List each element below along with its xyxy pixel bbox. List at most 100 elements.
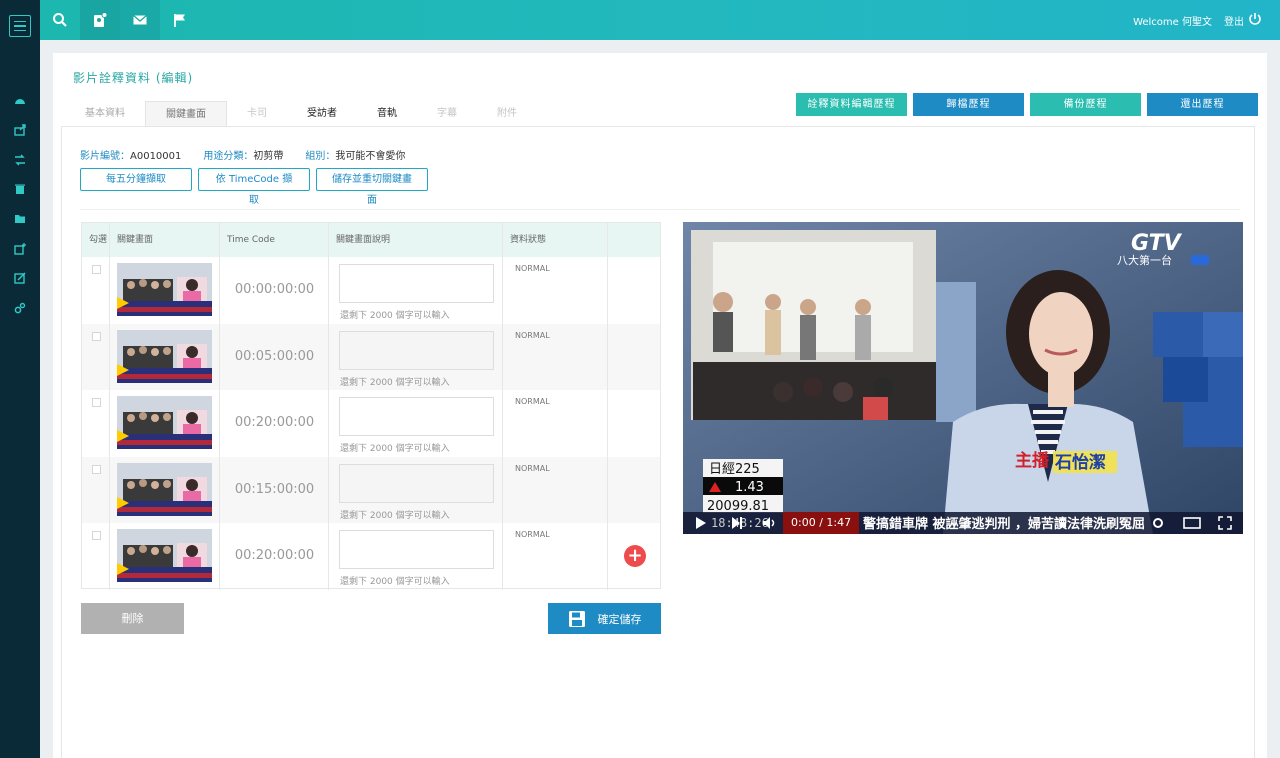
row-checkbox[interactable] bbox=[92, 398, 101, 407]
key-frame-thumbnail[interactable] bbox=[117, 329, 212, 383]
power-icon[interactable] bbox=[1248, 12, 1262, 26]
welcome-text: Welcome 何聖文 bbox=[1133, 17, 1212, 28]
video-no-label: 影片編號： bbox=[80, 151, 130, 162]
status-text: NORMAL bbox=[515, 530, 550, 539]
description-input[interactable] bbox=[339, 463, 494, 503]
capture-by-timecode-button[interactable]: 依 TimeCode 擷取 bbox=[198, 168, 310, 206]
trash-icon[interactable] bbox=[12, 181, 28, 197]
transfer-icon[interactable] bbox=[12, 152, 28, 168]
settings-icon[interactable] bbox=[12, 300, 28, 316]
svg-text:主播: 主播 bbox=[1015, 450, 1050, 471]
sidebar bbox=[0, 0, 40, 758]
table-header: 勾選 關鍵畫面 Time Code 關鍵畫面說明 資料狀態 bbox=[82, 223, 660, 257]
archive-history-button[interactable]: 歸檔歷程 bbox=[913, 93, 1024, 116]
fullscreen-icon[interactable] bbox=[1218, 516, 1232, 530]
status-text: NORMAL bbox=[515, 397, 550, 406]
char-count-hint: 還剩下 2000 個字可以輸入 bbox=[340, 577, 450, 587]
export-icon[interactable] bbox=[12, 122, 28, 138]
edit-icon[interactable] bbox=[12, 270, 28, 286]
play-icon[interactable] bbox=[695, 517, 707, 529]
description-input[interactable] bbox=[339, 264, 494, 303]
key-frame-thumbnail[interactable] bbox=[117, 462, 212, 516]
add-file-icon[interactable] bbox=[12, 241, 28, 257]
save-and-recut-button[interactable]: 儲存並重切關鍵畫面 bbox=[316, 168, 428, 206]
page-title: 影片詮釋資料 (編輯) bbox=[73, 71, 194, 85]
row-checkbox[interactable] bbox=[92, 464, 101, 474]
key-frame-thumbnail[interactable] bbox=[117, 396, 212, 449]
header-timecode: Time Code bbox=[220, 223, 329, 257]
settings-icon[interactable] bbox=[1151, 517, 1165, 529]
timecode: 00:15:00:00 bbox=[234, 481, 315, 497]
delete-button[interactable]: 刪除 bbox=[81, 603, 184, 634]
return-history-button[interactable]: 還出歷程 bbox=[1147, 93, 1258, 116]
key-frame-table: 勾選 關鍵畫面 Time Code 關鍵畫面說明 資料狀態 00:00:00:0… bbox=[81, 222, 661, 590]
description-input[interactable] bbox=[339, 330, 494, 370]
timecode: 00:00:00:00 bbox=[234, 282, 315, 297]
save-button-label: 確定儲存 bbox=[597, 612, 642, 626]
tab-bar: 基本資料 關鍵畫面 卡司 受訪者 音軌 字幕 附件 bbox=[65, 101, 537, 127]
volume-icon[interactable] bbox=[763, 517, 777, 529]
status-text: NORMAL bbox=[515, 264, 550, 273]
char-count-hint: 還剩下 2000 個字可以輸入 bbox=[340, 311, 450, 321]
group-label: 組別： bbox=[305, 151, 336, 162]
dashboard-icon[interactable] bbox=[12, 93, 28, 109]
metadata-edit-history-button[interactable]: 詮釋資料編輯歷程 bbox=[796, 93, 907, 116]
capture-every-5-min-button[interactable]: 每五分鐘擷取 bbox=[80, 168, 192, 191]
video-controls: 0:00 / 1:47 bbox=[683, 512, 1243, 534]
tab-basic-info[interactable]: 基本資料 bbox=[65, 101, 145, 127]
meta-info: 影片編號：A0010001 用途分類：初剪帶 組別：我可能不會愛你 bbox=[80, 147, 405, 162]
row-checkbox[interactable] bbox=[92, 531, 101, 540]
usage-value: 初剪帶 bbox=[253, 151, 284, 162]
key-frame-thumbnail[interactable] bbox=[117, 529, 212, 582]
mail-icon[interactable] bbox=[120, 0, 160, 40]
description-input[interactable] bbox=[339, 530, 494, 569]
tab-interviewees[interactable]: 受訪者 bbox=[287, 101, 357, 127]
menu-icon[interactable] bbox=[9, 15, 31, 37]
timecode: 00:20:00:00 bbox=[234, 548, 315, 563]
folder-icon[interactable] bbox=[12, 211, 28, 227]
playback-time: 0:00 / 1:47 bbox=[791, 516, 852, 529]
next-icon[interactable] bbox=[731, 517, 743, 529]
description-input[interactable] bbox=[339, 397, 494, 436]
header-description: 關鍵畫面說明 bbox=[329, 223, 503, 257]
timecode: 00:05:00:00 bbox=[234, 348, 315, 364]
tab-audio-track[interactable]: 音軌 bbox=[357, 101, 417, 127]
video-player[interactable]: GTV 八大第一台 主播 石怡潔 日經225 1.43 20099.81 18:… bbox=[683, 222, 1243, 534]
group-value: 我可能不會愛你 bbox=[335, 151, 406, 162]
video-frame: GTV 八大第一台 主播 石怡潔 日經225 1.43 20099.81 18:… bbox=[683, 222, 1243, 534]
top-bar: Welcome 何聖文 登出 bbox=[40, 0, 1280, 40]
theater-mode-icon[interactable] bbox=[1183, 517, 1201, 529]
tab-key-frames[interactable]: 關鍵畫面 bbox=[145, 101, 227, 127]
add-row-button[interactable]: + bbox=[624, 545, 646, 567]
save-button[interactable]: 確定儲存 bbox=[548, 603, 661, 634]
table-row: 00:05:00:00 還剩下 2000 個字可以輸入 NORMAL bbox=[82, 323, 660, 390]
key-frame-thumbnail[interactable] bbox=[117, 263, 212, 316]
backup-history-button[interactable]: 備份歷程 bbox=[1030, 93, 1141, 116]
table-row: 00:20:00:00 還剩下 2000 個字可以輸入 NORMAL + bbox=[82, 523, 660, 590]
svg-text:GTV: GTV bbox=[1131, 231, 1183, 256]
timecode: 00:20:00:00 bbox=[234, 415, 315, 430]
char-count-hint: 還剩下 2000 個字可以輸入 bbox=[340, 510, 450, 521]
tab-subtitles[interactable]: 字幕 bbox=[417, 101, 477, 127]
divider bbox=[80, 209, 1240, 210]
history-buttons: 詮釋資料編輯歷程 歸檔歷程 備份歷程 還出歷程 bbox=[796, 93, 1258, 116]
logout-link[interactable]: 登出 bbox=[1224, 13, 1244, 28]
capture-actions: 每五分鐘擷取 依 TimeCode 擷取 儲存並重切關鍵畫面 bbox=[80, 168, 428, 206]
user-badge-icon[interactable] bbox=[80, 0, 120, 40]
status-text: NORMAL bbox=[515, 330, 550, 340]
row-checkbox[interactable] bbox=[92, 265, 101, 274]
search-icon[interactable] bbox=[40, 0, 80, 40]
char-count-hint: 還剩下 2000 個字可以輸入 bbox=[340, 377, 450, 388]
tab-cast[interactable]: 卡司 bbox=[227, 101, 287, 127]
svg-text:1.43: 1.43 bbox=[735, 480, 764, 495]
tab-attachments[interactable]: 附件 bbox=[477, 101, 537, 127]
table-row: 00:00:00:00 還剩下 2000 個字可以輸入 NORMAL bbox=[82, 257, 660, 324]
flag-icon[interactable] bbox=[160, 0, 200, 40]
status-text: NORMAL bbox=[515, 463, 550, 473]
row-checkbox[interactable] bbox=[92, 331, 101, 341]
video-no: A0010001 bbox=[130, 151, 182, 162]
svg-text:石怡潔: 石怡潔 bbox=[1054, 452, 1106, 473]
header-select: 勾選 bbox=[82, 223, 110, 257]
svg-text:八大第一台: 八大第一台 bbox=[1117, 253, 1172, 267]
key-frame-panel: 影片編號：A0010001 用途分類：初剪帶 組別：我可能不會愛你 每五分鐘擷取… bbox=[61, 126, 1255, 758]
